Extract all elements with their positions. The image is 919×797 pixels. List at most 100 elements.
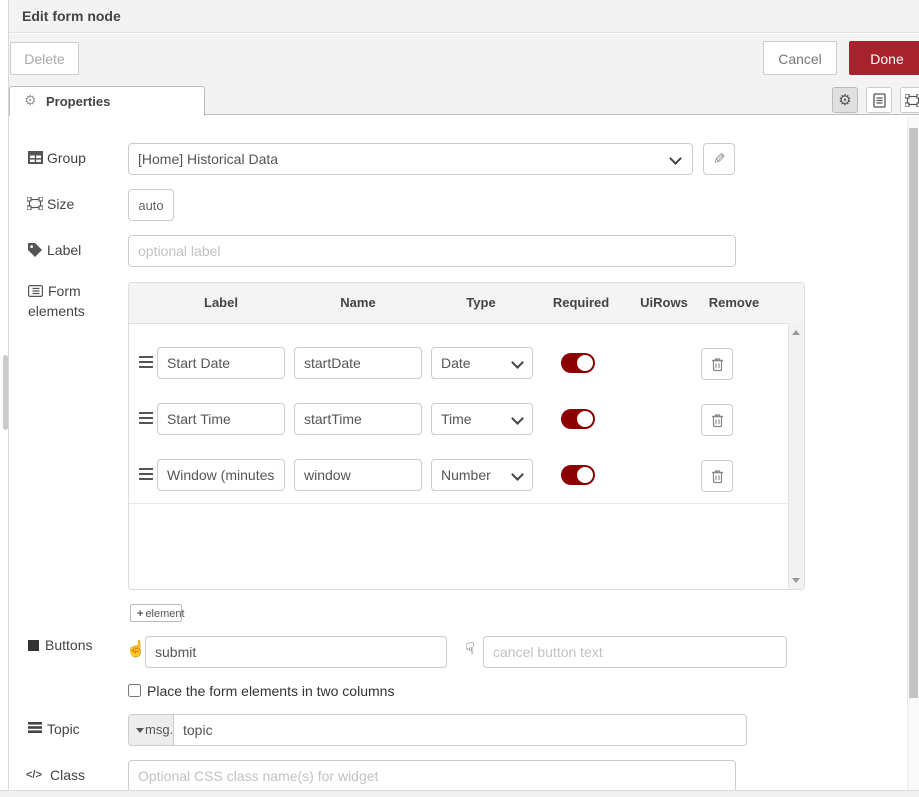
thumbs-down-icon: ☟ xyxy=(465,642,475,658)
trash-icon xyxy=(711,357,724,372)
list-scrollbar[interactable] xyxy=(788,323,804,590)
required-toggle[interactable] xyxy=(561,353,595,373)
element-name-input[interactable] xyxy=(294,459,422,491)
class-label: Class xyxy=(50,767,85,783)
tag-icon xyxy=(28,243,42,257)
size-auto-button[interactable]: auto xyxy=(128,189,174,221)
required-toggle[interactable] xyxy=(561,409,595,429)
tab-properties[interactable]: ⚙ Properties xyxy=(9,86,205,116)
object-group-icon xyxy=(27,197,43,210)
size-label: Size xyxy=(47,196,74,212)
delete-button[interactable]: Delete xyxy=(10,42,79,75)
element-type-value: Number xyxy=(441,467,491,483)
column-header-uirows: UiRows xyxy=(640,295,688,310)
file-text-icon xyxy=(873,93,886,108)
label-input[interactable] xyxy=(128,235,736,267)
chevron-down-icon xyxy=(669,152,682,165)
column-header-required: Required xyxy=(553,295,609,310)
tray-resize-handle[interactable] xyxy=(3,355,8,430)
pencil-icon: ✎ xyxy=(713,145,726,175)
form-elements-label-line2: elements xyxy=(28,303,85,319)
add-element-label: element xyxy=(145,608,184,620)
appearance-view-button[interactable] xyxy=(900,87,919,113)
drag-handle-icon[interactable] xyxy=(139,468,153,480)
topic-typed-input[interactable]: msg. topic xyxy=(128,714,747,746)
submit-button-text-input[interactable] xyxy=(145,636,447,668)
required-toggle[interactable] xyxy=(561,465,595,485)
group-label: Group xyxy=(47,150,86,166)
remove-element-button[interactable] xyxy=(701,460,733,492)
class-input[interactable] xyxy=(128,760,736,792)
list-alt-icon xyxy=(28,285,43,297)
group-select[interactable]: [Home] Historical Data xyxy=(128,143,693,175)
add-element-button[interactable]: +element xyxy=(130,604,182,622)
object-group-icon xyxy=(905,94,919,107)
label-field-label: Label xyxy=(47,242,81,258)
dialog-titlebar: Edit form node xyxy=(9,0,919,33)
toggle-knob xyxy=(577,467,593,483)
topic-label: Topic xyxy=(47,721,80,737)
scroll-up-icon[interactable] xyxy=(792,330,800,335)
thumbs-up-icon: ☝ xyxy=(126,642,146,658)
trash-icon xyxy=(711,413,724,428)
element-label-input[interactable] xyxy=(157,347,285,379)
element-name-input[interactable] xyxy=(294,403,422,435)
topic-value: topic xyxy=(183,722,213,738)
properties-view-button[interactable]: ⚙ xyxy=(832,87,858,113)
trash-icon xyxy=(711,469,724,484)
two-columns-label[interactable]: Place the form elements in two columns xyxy=(147,683,394,699)
tab-properties-label: Properties xyxy=(46,94,110,109)
square-icon xyxy=(28,640,39,651)
dialog-title: Edit form node xyxy=(22,8,121,24)
element-type-select[interactable]: Time xyxy=(431,403,533,435)
column-header-label: Label xyxy=(204,295,238,310)
form-elements-header: Label Name Type Required UiRows Remove xyxy=(129,283,804,324)
form-element-row: Time xyxy=(129,391,791,448)
element-type-value: Time xyxy=(441,411,472,427)
chevron-down-icon xyxy=(511,356,524,369)
element-type-select[interactable]: Date xyxy=(431,347,533,379)
column-header-name: Name xyxy=(340,295,375,310)
tray-left-border xyxy=(8,0,9,797)
topic-type-button[interactable]: msg. xyxy=(129,715,174,745)
tasks-icon xyxy=(28,722,42,733)
cancel-button-text-input[interactable] xyxy=(483,636,787,668)
table-icon xyxy=(28,151,43,164)
form-element-row: Number xyxy=(129,447,791,504)
code-icon: </> xyxy=(26,769,42,781)
cancel-button[interactable]: Cancel xyxy=(763,41,837,75)
drag-handle-icon[interactable] xyxy=(139,412,153,424)
buttons-label: Buttons xyxy=(45,637,92,653)
scroll-down-icon[interactable] xyxy=(792,578,800,583)
toggle-knob xyxy=(577,411,593,427)
element-label-input[interactable] xyxy=(157,403,285,435)
element-type-value: Date xyxy=(441,355,471,371)
element-name-input[interactable] xyxy=(294,347,422,379)
two-columns-checkbox[interactable] xyxy=(128,684,141,697)
form-elements-label-line1: Form xyxy=(48,283,81,299)
scrollbar-thumb[interactable] xyxy=(909,128,918,698)
caret-down-icon xyxy=(136,728,144,733)
done-button[interactable]: Done xyxy=(849,41,919,75)
element-label-input[interactable] xyxy=(157,459,285,491)
topic-type-label: msg. xyxy=(145,722,173,737)
content-scrollbar[interactable] xyxy=(907,116,919,790)
form-elements-table: Label Name Type Required UiRows Remove D… xyxy=(128,282,805,590)
column-header-remove: Remove xyxy=(709,295,760,310)
edit-form-node-dialog: Edit form node Delete Cancel Done ⚙ Prop… xyxy=(0,0,919,797)
element-type-select[interactable]: Number xyxy=(431,459,533,491)
toggle-knob xyxy=(577,355,593,371)
gear-icon: ⚙ xyxy=(838,93,851,108)
remove-element-button[interactable] xyxy=(701,404,733,436)
description-view-button[interactable] xyxy=(866,87,892,113)
plus-icon: + xyxy=(137,608,143,620)
chevron-down-icon xyxy=(511,412,524,425)
remove-element-button[interactable] xyxy=(701,348,733,380)
edit-group-button[interactable]: ✎ xyxy=(703,143,735,175)
bottom-edge xyxy=(0,790,919,797)
drag-handle-icon[interactable] xyxy=(139,356,153,368)
form-element-row: Date xyxy=(129,335,791,392)
chevron-down-icon xyxy=(511,468,524,481)
group-select-value: [Home] Historical Data xyxy=(138,151,278,167)
column-header-type: Type xyxy=(466,295,495,310)
